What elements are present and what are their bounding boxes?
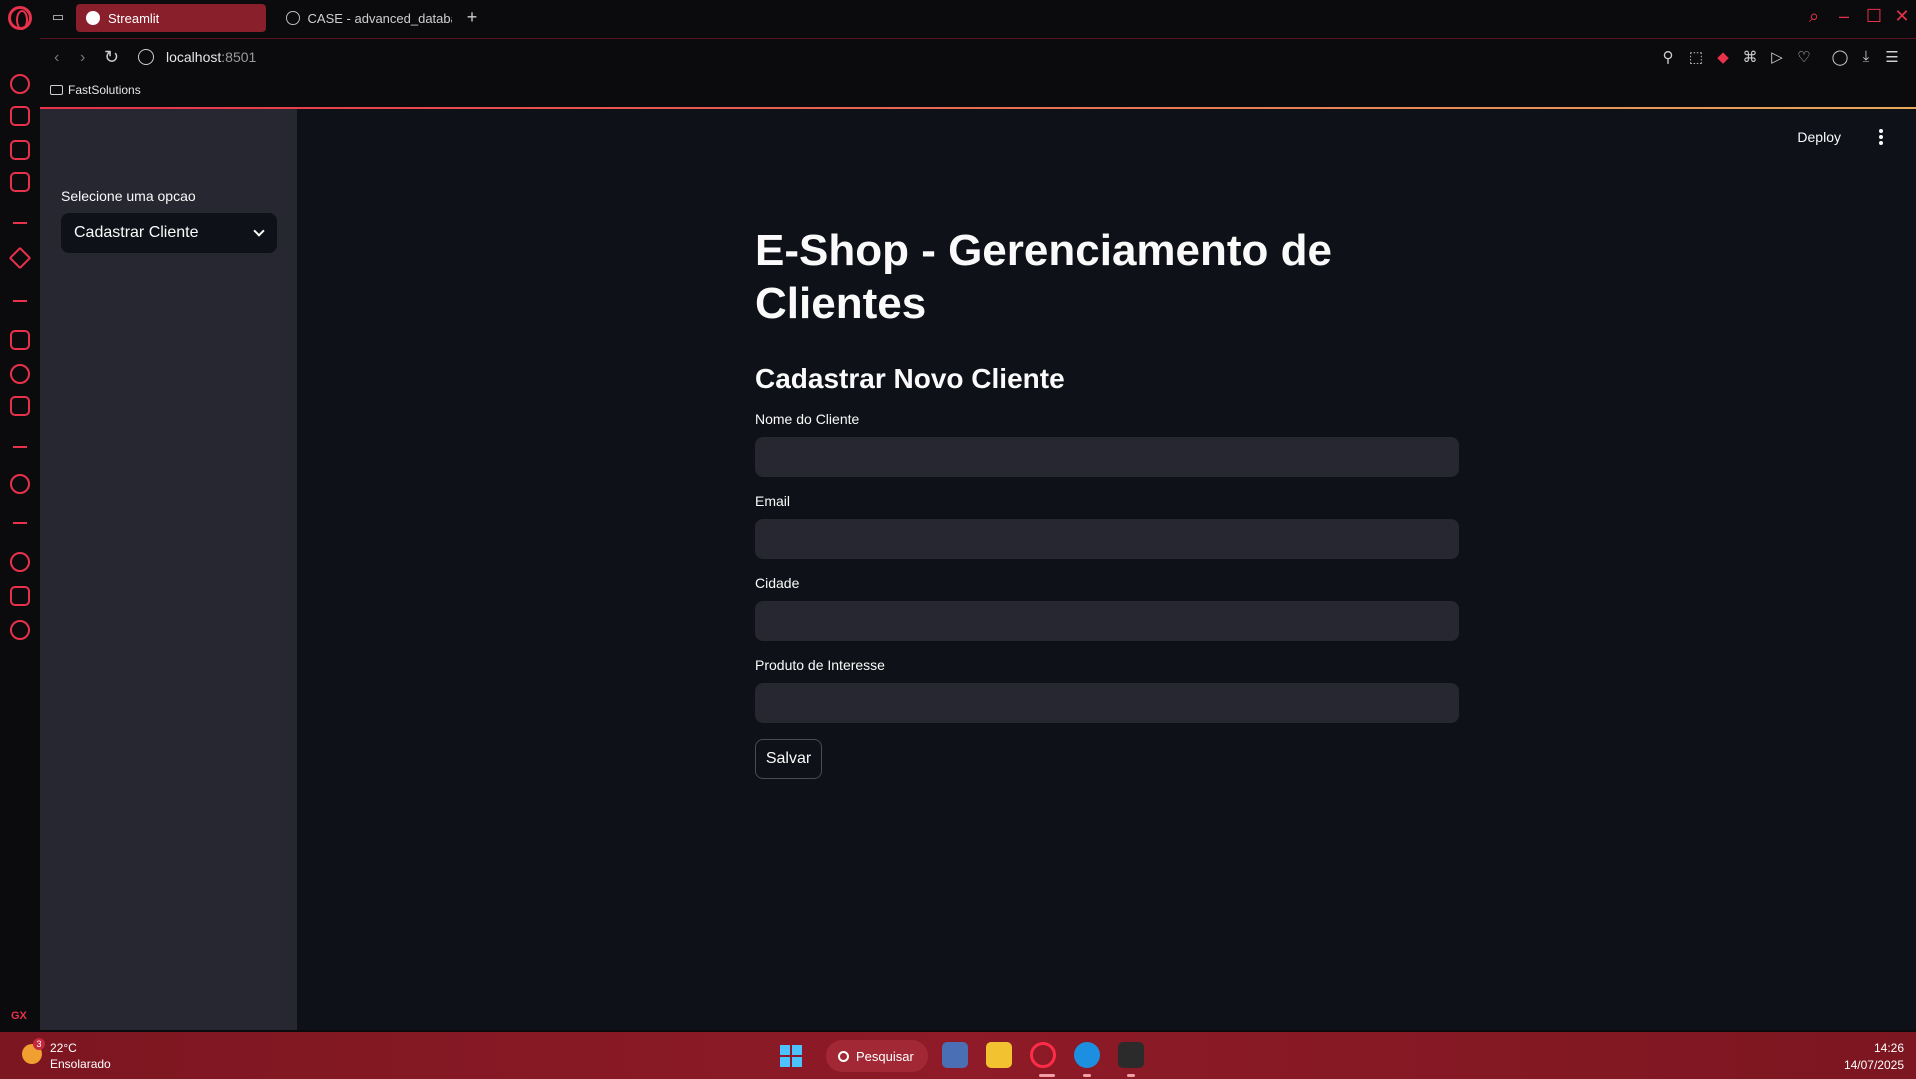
globe-favicon-icon (286, 11, 300, 25)
tab-case[interactable]: CASE - advanced_databa (276, 4, 452, 32)
settings-gear-icon[interactable] (10, 620, 30, 640)
flow-send-icon[interactable]: ▷ (1767, 48, 1787, 66)
menu-select-value: Cadastrar Cliente (74, 224, 199, 241)
clock-date: 14/07/2025 (1843, 1058, 1904, 1072)
tab-islands-icon[interactable]: ▭ (48, 9, 68, 27)
history-icon[interactable] (10, 552, 30, 572)
weather-temperature[interactable]: 22°C (50, 1041, 77, 1055)
bookmark-label: FastSolutions (68, 83, 141, 97)
close-window-button[interactable]: ✕ (1890, 6, 1914, 27)
clock-time: 14:26 (1873, 1041, 1904, 1055)
snapshot-icon[interactable]: ⬚ (1686, 48, 1706, 66)
menu-select[interactable]: Cadastrar Cliente (61, 213, 277, 253)
rail-divider (13, 300, 27, 302)
rail-divider (13, 522, 27, 524)
minimize-button[interactable]: – (1832, 6, 1856, 27)
tab-streamlit[interactable]: Streamlit (76, 4, 266, 32)
weather-badge: 3 (33, 1038, 45, 1050)
gx-cleaner-icon[interactable] (10, 140, 30, 160)
search-icon (838, 1050, 849, 1062)
taskbar-search-label: Pesquisar (856, 1048, 914, 1064)
field-email: Email (755, 493, 1459, 559)
favorites-heart-icon[interactable]: ♡ (1794, 48, 1814, 66)
discord-icon[interactable] (10, 396, 30, 416)
reload-button[interactable]: ↻ (104, 47, 119, 68)
nome-cliente-input[interactable] (755, 437, 1459, 477)
section-title: Cadastrar Novo Cliente (755, 363, 1065, 394)
back-button[interactable]: ‹ (54, 49, 59, 67)
player-icon[interactable] (10, 474, 30, 494)
tab-title: Streamlit (108, 10, 160, 26)
chevron-down-icon (253, 225, 265, 237)
weather-condition[interactable]: Ensolarado (50, 1057, 111, 1071)
app-sidebar: Selecione uma opcao Cadastrar Cliente (40, 109, 297, 1030)
field-label: Cidade (755, 575, 800, 591)
adblock-shield-icon[interactable]: ◆ (1713, 48, 1733, 66)
url-field[interactable]: localhost:8501 (166, 49, 256, 65)
form-container: E-Shop - Gerenciamento de Clientes Cadas… (755, 224, 1459, 779)
url-host: localhost (166, 49, 222, 65)
field-nome: Nome do Cliente (755, 411, 1459, 477)
site-info-icon[interactable] (138, 49, 154, 65)
active-app-indicator (1039, 1074, 1055, 1077)
speed-dial-icon[interactable] (10, 74, 30, 94)
translate-icon[interactable]: ⌘ (1740, 48, 1760, 66)
taskbar: 3 22°C Ensolarado Pesquisar 14:26 14/07/… (0, 1032, 1916, 1079)
app-running-indicator (1127, 1074, 1135, 1077)
field-label: Email (755, 493, 791, 509)
rail-divider (13, 222, 27, 224)
new-tab-button[interactable]: + (462, 8, 482, 28)
browser-sidebar: GX ··· (0, 36, 40, 1053)
windows-start-icon[interactable] (780, 1045, 802, 1067)
maximize-button[interactable]: ☐ (1862, 6, 1886, 27)
store-app-icon[interactable] (942, 1042, 968, 1068)
page-title: E-Shop - Gerenciamento de Clientes (755, 226, 1332, 328)
produto-interesse-input[interactable] (755, 683, 1459, 723)
streamlit-favicon-icon (86, 11, 100, 25)
profile-icon[interactable]: ◯ (1830, 48, 1850, 66)
rail-divider (13, 446, 27, 448)
opera-gx-taskbar-icon[interactable] (1030, 1042, 1056, 1068)
forward-button[interactable]: › (80, 49, 85, 67)
app-running-indicator (1083, 1074, 1091, 1077)
field-label: Nome do Cliente (755, 411, 860, 427)
aria-icon[interactable] (8, 246, 32, 270)
easy-setup-icon[interactable]: ☰ (1882, 48, 1902, 66)
file-explorer-icon[interactable] (986, 1042, 1012, 1068)
field-produto: Produto de Interesse (755, 657, 1459, 723)
whatsapp-icon[interactable] (10, 364, 30, 384)
twitch-icon[interactable] (10, 330, 30, 350)
main-menu-icon[interactable] (1873, 127, 1889, 147)
salvar-button[interactable]: Salvar (755, 739, 822, 779)
deploy-button[interactable]: Deploy (1797, 129, 1841, 145)
gx-control-icon[interactable] (10, 106, 30, 126)
field-cidade: Cidade (755, 575, 1459, 641)
email-input[interactable] (755, 519, 1459, 559)
field-label: Produto de Interesse (755, 657, 885, 673)
url-port: :8501 (221, 49, 257, 65)
gx-logo-icon[interactable]: GX (11, 1010, 27, 1022)
docker-icon[interactable] (1074, 1042, 1100, 1068)
select-label: Selecione uma opcao (61, 188, 196, 204)
system-clock[interactable]: 14:26 14/07/2025 (1844, 1040, 1904, 1074)
cidade-input[interactable] (755, 601, 1459, 641)
tab-title: CASE - advanced_databa (307, 10, 452, 26)
search-tabs-icon[interactable]: ⌕ (1802, 6, 1826, 27)
address-bar-area: ‹ › ↻ localhost:8501 ⚲ ⬚ ◆ ⌘ ▷ ♡ ◯ ⤓ ☰ F… (40, 38, 1916, 114)
music-player-icon[interactable] (10, 172, 30, 192)
terminal-icon[interactable] (1118, 1042, 1144, 1068)
app-main: Deploy E-Shop - Gerenciamento de Cliente… (297, 109, 1916, 1030)
browser-tab-bar: ▭ Streamlit CASE - advanced_databa + ⌕ –… (0, 0, 1916, 36)
downloads-icon[interactable]: ⤓ (1856, 48, 1876, 65)
extensions-icon[interactable] (10, 586, 30, 606)
bookmark-fastsolutions[interactable]: FastSolutions (50, 83, 141, 97)
folder-icon (50, 85, 63, 95)
opera-logo-icon[interactable] (8, 6, 32, 30)
pin-icon[interactable]: ⚲ (1658, 48, 1678, 66)
taskbar-search[interactable]: Pesquisar (826, 1040, 928, 1072)
